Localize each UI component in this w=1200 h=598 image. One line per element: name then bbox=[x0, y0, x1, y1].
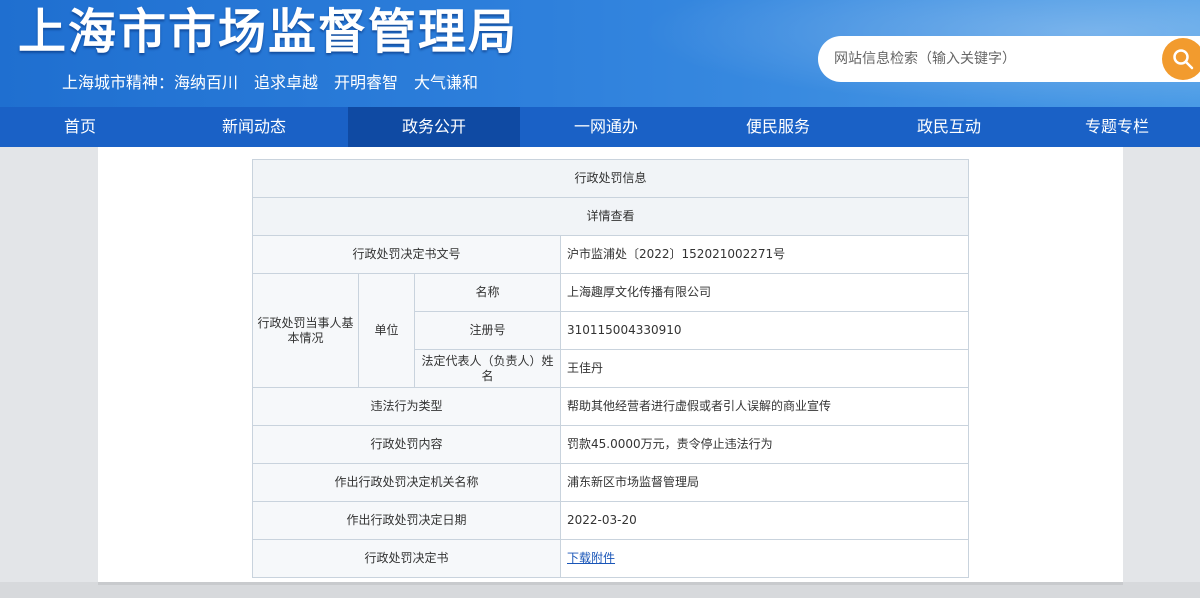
party-name-value: 上海趣厚文化传播有限公司 bbox=[559, 273, 970, 312]
decision-date-label: 作出行政处罚决定日期 bbox=[252, 501, 561, 540]
violation-type-label: 违法行为类型 bbox=[252, 387, 561, 426]
reg-no-label: 注册号 bbox=[414, 311, 561, 350]
nav-item-government-affairs[interactable]: 政务公开 bbox=[348, 107, 520, 147]
site-title[interactable]: 上海市市场监督管理局 bbox=[18, 0, 518, 64]
search-button[interactable] bbox=[1162, 38, 1200, 80]
download-attachment-link[interactable]: 下载附件 bbox=[567, 551, 615, 565]
reg-no-value: 310115004330910 bbox=[559, 311, 970, 350]
nav-item-public-service[interactable]: 便民服务 bbox=[692, 107, 864, 147]
content-panel: 行政处罚信息 详情查看 行政处罚决定书文号 沪市监浦处〔2022〕1520210… bbox=[98, 147, 1123, 582]
table-row: 行政处罚决定书文号 沪市监浦处〔2022〕152021002271号 bbox=[252, 235, 970, 274]
table-row: 违法行为类型 帮助其他经营者进行虚假或者引人误解的商业宣传 bbox=[252, 387, 970, 426]
table-row: 作出行政处罚决定机关名称 浦东新区市场监督管理局 bbox=[252, 463, 970, 502]
nav-item-home[interactable]: 首页 bbox=[0, 107, 160, 147]
site-header: 上海市市场监督管理局 上海城市精神：海纳百川 追求卓越 开明睿智 大气谦和 bbox=[0, 0, 1200, 107]
table-row: 行政处罚决定书 下载附件 bbox=[252, 539, 970, 578]
search-box bbox=[818, 36, 1200, 82]
nav-item-special-topics[interactable]: 专题专栏 bbox=[1034, 107, 1200, 147]
decision-doc-label: 行政处罚决定书 bbox=[252, 539, 561, 578]
table-row: 作出行政处罚决定日期 2022-03-20 bbox=[252, 501, 970, 540]
doc-no-value: 沪市监浦处〔2022〕152021002271号 bbox=[559, 235, 970, 274]
authority-label: 作出行政处罚决定机关名称 bbox=[252, 463, 561, 502]
penalty-content-label: 行政处罚内容 bbox=[252, 425, 561, 464]
party-type: 单位 bbox=[358, 273, 415, 388]
nav-item-one-stop-service[interactable]: 一网通办 bbox=[520, 107, 692, 147]
violation-type-value: 帮助其他经营者进行虚假或者引人误解的商业宣传 bbox=[559, 387, 970, 426]
nav-item-news[interactable]: 新闻动态 bbox=[160, 107, 348, 147]
bottom-bar bbox=[0, 582, 1200, 598]
penalty-content-value: 罚款45.0000万元，责令停止违法行为 bbox=[559, 425, 970, 464]
party-label: 行政处罚当事人基本情况 bbox=[252, 273, 359, 388]
city-slogan: 上海城市精神：海纳百川 追求卓越 开明睿智 大气谦和 bbox=[62, 73, 479, 92]
table-title: 行政处罚信息 bbox=[251, 159, 970, 198]
search-input[interactable] bbox=[834, 36, 1154, 82]
table-row: 行政处罚内容 罚款45.0000万元，责令停止违法行为 bbox=[252, 425, 970, 464]
authority-value: 浦东新区市场监督管理局 bbox=[559, 463, 970, 502]
decision-date-value: 2022-03-20 bbox=[559, 501, 970, 540]
nav-item-interaction[interactable]: 政民互动 bbox=[864, 107, 1034, 147]
table-subtitle: 详情查看 bbox=[251, 197, 970, 236]
main-nav: 首页 新闻动态 政务公开 一网通办 便民服务 政民互动 专题专栏 bbox=[0, 107, 1200, 147]
legal-rep-label: 法定代表人（负责人）姓名 bbox=[414, 349, 561, 388]
bottom-bar-shadow bbox=[98, 582, 1123, 585]
table-row: 行政处罚当事人基本情况 单位 名称 上海趣厚文化传播有限公司 bbox=[252, 273, 970, 388]
decision-doc-cell: 下载附件 bbox=[559, 539, 970, 578]
penalty-info-table: 行政处罚信息 详情查看 行政处罚决定书文号 沪市监浦处〔2022〕1520210… bbox=[251, 159, 970, 578]
legal-rep-value: 王佳丹 bbox=[559, 349, 970, 388]
party-name-label: 名称 bbox=[414, 273, 561, 312]
search-icon bbox=[1173, 49, 1194, 70]
doc-no-label: 行政处罚决定书文号 bbox=[252, 235, 561, 274]
